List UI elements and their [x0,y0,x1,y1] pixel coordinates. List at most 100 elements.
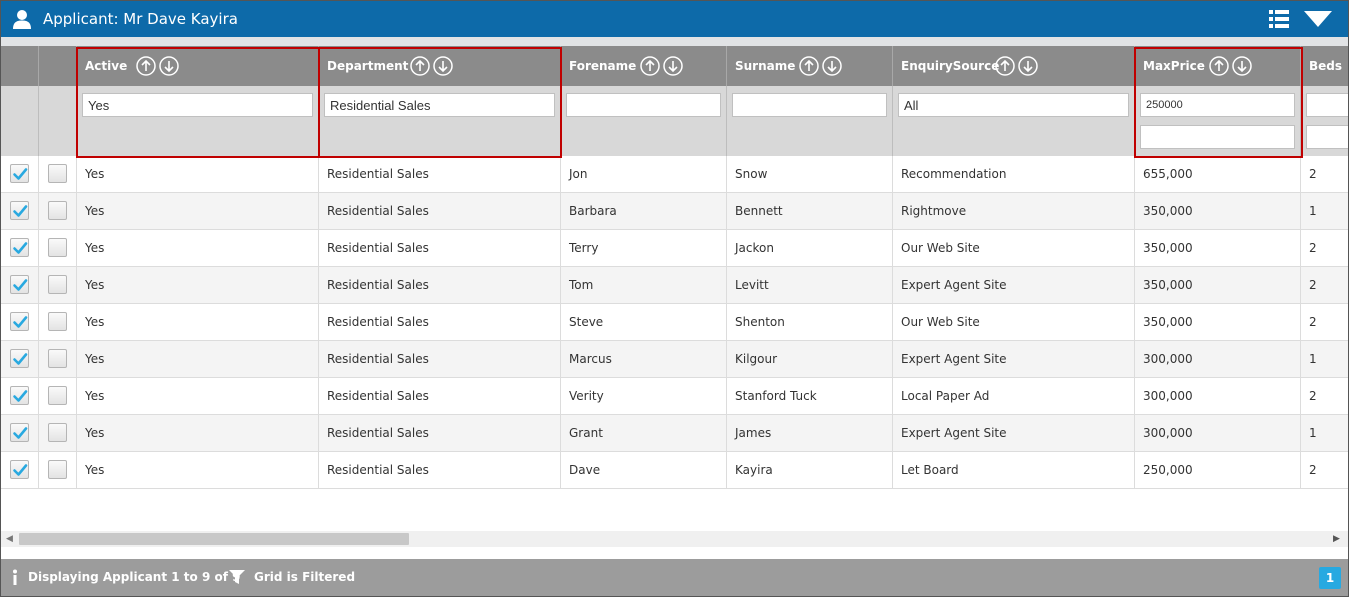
column-header-department[interactable]: Department [319,46,561,86]
table-row[interactable]: Yes Residential Sales Dave Kayira Let Board 2… [1,452,1348,489]
maxprice-second-filter-input[interactable] [1140,125,1295,149]
table-row[interactable]: Yes Residential Sales Jon Snow Recommendatio… [1,156,1348,193]
cell-select [39,378,77,414]
applicant-grid-window: Applicant: Mr Dave Kayira Active Departm… [0,0,1349,597]
filter-cell-active [77,86,319,156]
dropdown-triangle-icon[interactable] [1303,10,1333,28]
horizontal-scrollbar[interactable]: ◀ ▶ [1,531,1348,547]
row-select-checkbox[interactable] [48,164,67,183]
sort-descending-icon[interactable] [1232,56,1252,76]
checkmark-icon [13,464,28,476]
cell-select [39,452,77,488]
column-header-surname[interactable]: Surname [727,46,893,86]
column-label: Forename [569,59,637,73]
cell-active: Yes [77,415,319,451]
sort-descending-icon[interactable] [433,56,453,76]
cell-department: Residential Sales [319,193,561,229]
sort-ascending-icon[interactable] [799,56,819,76]
checkmark-icon [13,205,28,217]
column-header-forename[interactable]: Forename [561,46,727,86]
row-checkbox-checked[interactable] [10,349,29,368]
checkmark-icon [13,316,28,328]
scrollbar-thumb[interactable] [19,533,409,545]
beds-second-filter-input[interactable] [1306,125,1348,149]
toolbar-strip [1,37,1348,46]
user-icon [13,10,31,29]
cell-active: Yes [77,341,319,377]
sort-ascending-icon[interactable] [1209,56,1229,76]
row-select-checkbox[interactable] [48,201,67,220]
row-checkbox-checked[interactable] [10,201,29,220]
grid-header: Active Department Forename Surname Enqui… [1,46,1348,86]
row-select-checkbox[interactable] [48,423,67,442]
checkmark-icon [13,168,28,180]
cell-check [1,193,39,229]
cell-enquirysource: Expert Agent Site [893,415,1135,451]
enquirysource-filter-select[interactable] [898,93,1129,117]
table-row[interactable]: Yes Residential Sales Tom Levitt Expert Agen… [1,267,1348,304]
cell-forename: Steve [561,304,727,340]
department-filter-input[interactable] [324,93,555,117]
sort-descending-icon[interactable] [663,56,683,76]
table-row[interactable]: Yes Residential Sales Terry Jackon Our Web S… [1,230,1348,267]
row-select-checkbox[interactable] [48,238,67,257]
scroll-right-icon[interactable]: ▶ [1333,534,1340,544]
row-select-checkbox[interactable] [48,460,67,479]
sort-ascending-icon[interactable] [410,56,430,76]
row-select-checkbox[interactable] [48,386,67,405]
checkmark-icon [13,353,28,365]
table-row[interactable]: Yes Residential Sales Marcus Kilgour Expert … [1,341,1348,378]
cell-surname: Stanford Tuck [727,378,893,414]
row-checkbox-checked[interactable] [10,275,29,294]
column-label: EnquirySource [901,59,1000,73]
beds-filter-input[interactable] [1306,93,1348,117]
row-select-checkbox[interactable] [48,275,67,294]
column-header-active[interactable]: Active [77,46,319,86]
sort-descending-icon[interactable] [159,56,179,76]
row-checkbox-checked[interactable] [10,386,29,405]
row-checkbox-checked[interactable] [10,423,29,442]
sort-ascending-icon[interactable] [995,56,1015,76]
page-button[interactable]: 1 [1319,567,1341,589]
table-row[interactable]: Yes Residential Sales Steve Shenton Our Web … [1,304,1348,341]
row-checkbox-checked[interactable] [10,164,29,183]
cell-check [1,156,39,192]
cell-forename: Barbara [561,193,727,229]
row-checkbox-checked[interactable] [10,460,29,479]
column-header-beds[interactable]: Beds [1301,46,1348,86]
surname-filter-input[interactable] [732,93,887,117]
cell-check [1,230,39,266]
column-header-maxprice[interactable]: MaxPrice [1135,46,1301,86]
row-checkbox-checked[interactable] [10,312,29,331]
sort-descending-icon[interactable] [1018,56,1038,76]
cell-check [1,304,39,340]
cell-forename: Jon [561,156,727,192]
row-checkbox-checked[interactable] [10,238,29,257]
cell-enquirysource: Expert Agent Site [893,341,1135,377]
cell-maxprice: 300,000 [1135,341,1301,377]
filter-cell-enquirysource [893,86,1135,156]
table-row[interactable]: Yes Residential Sales Grant James Expert Age… [1,415,1348,452]
column-label: Surname [735,59,796,73]
forename-filter-input[interactable] [566,93,721,117]
row-select-checkbox[interactable] [48,349,67,368]
sort-ascending-icon[interactable] [136,56,156,76]
sort-descending-icon[interactable] [822,56,842,76]
row-select-checkbox[interactable] [48,312,67,331]
table-row[interactable]: Yes Residential Sales Barbara Bennett Rightm… [1,193,1348,230]
table-row[interactable]: Yes Residential Sales Verity Stanford Tuck L… [1,378,1348,415]
column-header-enquirysource[interactable]: EnquirySource [893,46,1135,86]
filter-cell-empty [39,86,77,156]
cell-beds: 2 [1309,241,1317,255]
list-view-icon[interactable] [1269,9,1289,29]
sort-ascending-icon[interactable] [640,56,660,76]
filter-row [1,86,1348,156]
cell-active: Yes [77,452,319,488]
cell-maxprice: 350,000 [1135,230,1301,266]
active-filter-input[interactable] [82,93,313,117]
cell-check [1,378,39,414]
cell-active: Yes [77,193,319,229]
scroll-left-icon[interactable]: ◀ [6,534,13,544]
cell-active: Yes [77,267,319,303]
maxprice-filter-input[interactable] [1140,93,1295,117]
